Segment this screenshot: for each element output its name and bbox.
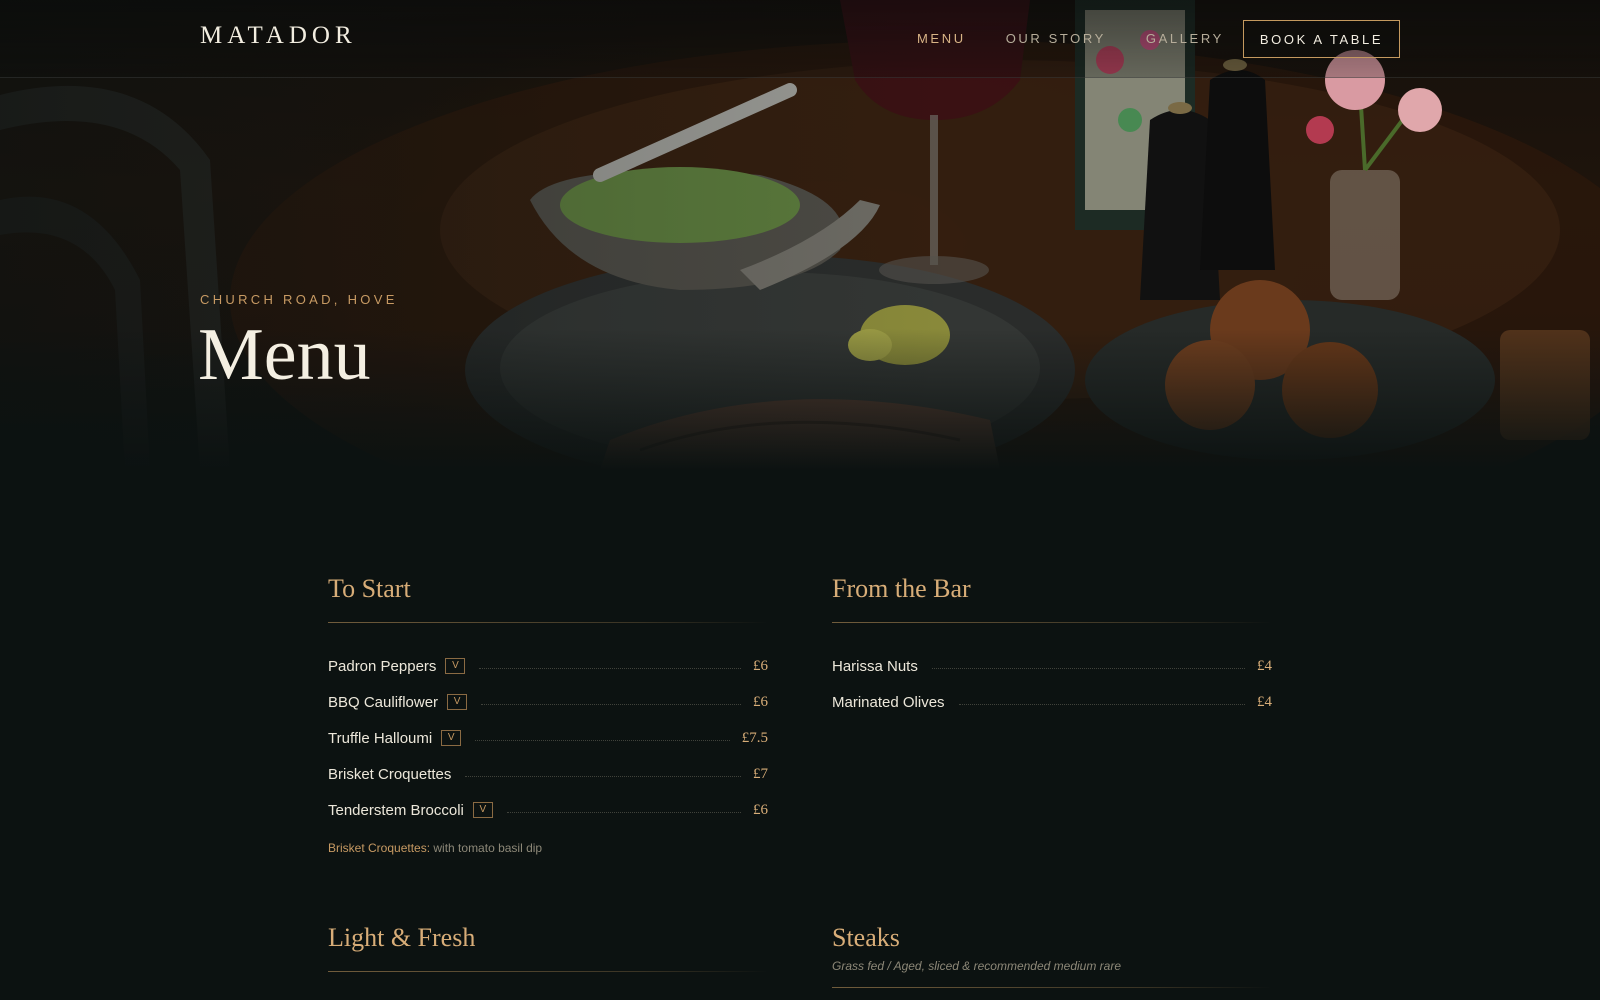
menu-item: Tenderstem Broccoli V £6 <box>328 792 768 828</box>
book-table-button[interactable]: BOOK A TABLE <box>1243 20 1400 58</box>
menu-item: Marinated Olives £4 <box>832 684 1272 720</box>
item-name: Harissa Nuts <box>832 657 918 675</box>
section-title: To Start <box>328 574 411 603</box>
menu-section-from-the-bar: From the Bar Harissa Nuts £4 Marinated O… <box>832 576 1272 720</box>
logo[interactable]: MATADOR <box>200 22 357 50</box>
section-title: From the Bar <box>832 574 971 603</box>
menu-item: Padron Peppers V £6 <box>328 648 768 684</box>
dot-leader <box>475 739 730 741</box>
item-name: Brisket Croquettes <box>328 765 452 783</box>
menu-item: Harissa Nuts £4 <box>832 648 1272 684</box>
page-title: Menu <box>198 314 371 396</box>
dot-leader <box>465 775 741 777</box>
section-title: Light & Fresh <box>328 923 476 952</box>
menu-section-steaks: Steaks Grass fed / Aged, sliced & recomm… <box>832 925 1272 988</box>
item-price: £6 <box>753 801 768 818</box>
menu-item: Brisket Croquettes £7 <box>328 756 768 792</box>
item-name: Truffle Halloumi <box>328 729 433 747</box>
nav-links: MENU OUR STORY GALLERY <box>917 31 1224 46</box>
menu-items: Padron Peppers V £6 BBQ Cauliflower V £6… <box>328 648 768 828</box>
hero-location: CHURCH ROAD, HOVE <box>200 292 398 307</box>
dot-leader <box>506 811 741 813</box>
page: CHURCH ROAD, HOVE Menu MATADOR MENU OUR … <box>0 0 1600 1000</box>
item-price: £7.5 <box>741 729 768 746</box>
item-price: £7 <box>753 765 768 782</box>
vegetarian-badge: V <box>445 658 466 674</box>
nav-link-menu[interactable]: MENU <box>917 31 966 46</box>
menu-item: Truffle Halloumi V £7.5 <box>328 720 768 756</box>
item-note: Brisket Croquettes: with tomato basil di… <box>328 841 768 855</box>
vegetarian-badge: V <box>472 802 493 818</box>
dot-leader <box>931 667 1245 669</box>
section-divider <box>832 622 1272 623</box>
menu-item: BBQ Cauliflower V £6 <box>328 684 768 720</box>
item-name: Padron Peppers <box>328 657 437 675</box>
item-price: £6 <box>753 693 768 710</box>
section-divider <box>832 987 1272 988</box>
item-name: Tenderstem Broccoli <box>328 801 464 819</box>
note-item-name: Brisket Croquettes: <box>328 841 431 855</box>
dot-leader <box>479 667 741 669</box>
note-text: with tomato basil dip <box>430 841 543 855</box>
item-price: £4 <box>1257 693 1272 710</box>
dot-leader <box>958 703 1245 705</box>
section-subtitle: Grass fed / Aged, sliced & recommended m… <box>832 959 1122 973</box>
section-divider <box>328 971 768 972</box>
nav-link-gallery[interactable]: GALLERY <box>1146 31 1224 46</box>
nav-link-our-story[interactable]: OUR STORY <box>1006 31 1106 46</box>
dot-leader <box>481 703 741 705</box>
item-price: £4 <box>1257 657 1272 674</box>
menu-items: Harissa Nuts £4 Marinated Olives £4 <box>832 648 1272 720</box>
section-divider <box>328 622 768 623</box>
menu-section-light-and-fresh: Light & Fresh <box>328 925 768 972</box>
vegetarian-badge: V <box>447 694 468 710</box>
menu-section-to-start: To Start Padron Peppers V £6 BBQ Caulifl… <box>328 576 768 855</box>
top-nav: MATADOR MENU OUR STORY GALLERY BOOK A TA… <box>0 0 1600 78</box>
vegetarian-badge: V <box>441 730 462 746</box>
item-name: BBQ Cauliflower <box>328 693 439 711</box>
item-price: £6 <box>753 657 768 674</box>
section-title: Steaks <box>832 923 900 952</box>
item-name: Marinated Olives <box>832 693 945 711</box>
